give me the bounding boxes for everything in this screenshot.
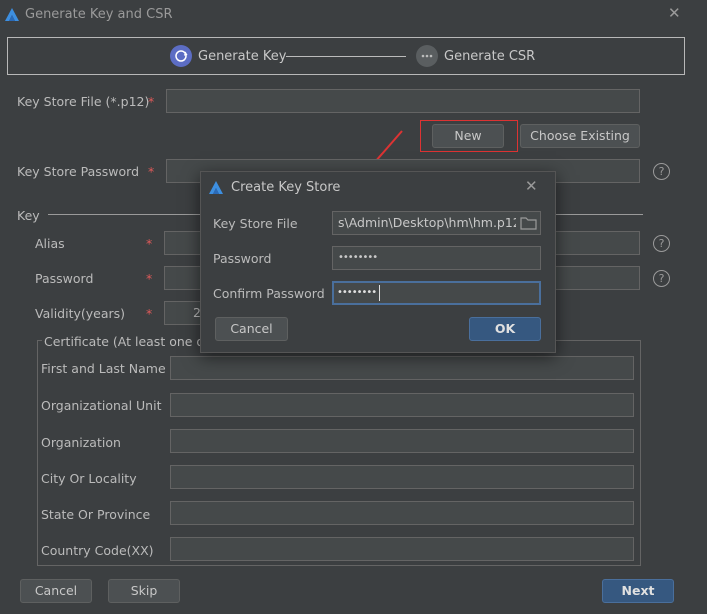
refresh-icon xyxy=(170,45,192,67)
dialog-password-value: •••••••• xyxy=(338,252,378,263)
app-logo-icon xyxy=(5,8,19,21)
keystore-file-label: Key Store File (*.p12) xyxy=(17,94,150,109)
state-input[interactable] xyxy=(170,501,634,525)
required-mark: * xyxy=(146,236,153,251)
step-indicator: Generate Key Generate CSR xyxy=(7,37,685,75)
city-label: City Or Locality xyxy=(41,471,137,486)
title-bar: Generate Key and CSR ✕ xyxy=(0,0,707,30)
first-last-name-input[interactable] xyxy=(170,356,634,380)
step-connector xyxy=(286,56,406,57)
dialog-close-icon[interactable]: ✕ xyxy=(525,179,538,194)
certificate-legend: Certificate (At least one of xyxy=(42,334,211,349)
dialog-ok-button[interactable]: OK xyxy=(469,317,541,341)
new-button[interactable]: New xyxy=(432,124,504,148)
app-logo-icon xyxy=(209,181,223,194)
city-input[interactable] xyxy=(170,465,634,489)
required-mark: * xyxy=(146,271,153,286)
close-icon[interactable]: ✕ xyxy=(668,6,681,21)
create-keystore-dialog: Create Key Store ✕ Key Store File s\Admi… xyxy=(200,171,556,353)
dialog-confirm-value: •••••••• xyxy=(337,287,377,298)
dialog-confirm-input[interactable]: •••••••• xyxy=(332,281,541,305)
next-button[interactable]: Next xyxy=(602,579,674,603)
country-code-input[interactable] xyxy=(170,537,634,561)
dialog-title: Create Key Store xyxy=(231,180,341,195)
window-title: Generate Key and CSR xyxy=(25,7,173,22)
dialog-file-value: s\Admin\Desktop\hm\hm.p12 xyxy=(338,215,521,230)
text-cursor xyxy=(379,285,380,301)
dialog-password-input[interactable]: •••••••• xyxy=(332,246,541,270)
more-icon xyxy=(416,45,438,67)
help-icon[interactable]: ? xyxy=(653,270,670,287)
required-mark: * xyxy=(148,164,155,179)
dialog-file-input[interactable]: s\Admin\Desktop\hm\hm.p12 xyxy=(332,211,541,235)
org-unit-input[interactable] xyxy=(170,393,634,417)
dialog-confirm-label: Confirm Password xyxy=(213,286,325,301)
dialog-file-label: Key Store File xyxy=(213,216,298,231)
step-generate-csr: Generate CSR xyxy=(444,49,536,64)
step-generate-key: Generate Key xyxy=(198,49,287,64)
help-icon[interactable]: ? xyxy=(653,235,670,252)
key-section-title: Key xyxy=(17,208,40,223)
keystore-password-label: Key Store Password xyxy=(17,164,140,179)
required-mark: * xyxy=(146,306,153,321)
org-unit-label: Organizational Unit xyxy=(41,398,162,413)
skip-button[interactable]: Skip xyxy=(108,579,180,603)
folder-icon-wrap[interactable] xyxy=(516,212,540,234)
help-icon[interactable]: ? xyxy=(653,163,670,180)
choose-existing-button[interactable]: Choose Existing xyxy=(520,124,640,148)
dialog-cancel-button[interactable]: Cancel xyxy=(215,317,288,341)
validity-label: Validity(years) xyxy=(35,306,126,321)
keystore-file-input[interactable] xyxy=(166,89,640,113)
folder-icon xyxy=(520,217,537,230)
country-code-label: Country Code(XX) xyxy=(41,543,154,558)
first-last-name-label: First and Last Name xyxy=(41,361,166,376)
required-mark: * xyxy=(148,94,155,109)
dialog-password-label: Password xyxy=(213,251,272,266)
alias-label: Alias xyxy=(35,236,65,251)
organization-input[interactable] xyxy=(170,429,634,453)
key-password-label: Password xyxy=(35,271,94,286)
organization-label: Organization xyxy=(41,435,121,450)
cancel-button[interactable]: Cancel xyxy=(20,579,92,603)
state-label: State Or Province xyxy=(41,507,151,522)
